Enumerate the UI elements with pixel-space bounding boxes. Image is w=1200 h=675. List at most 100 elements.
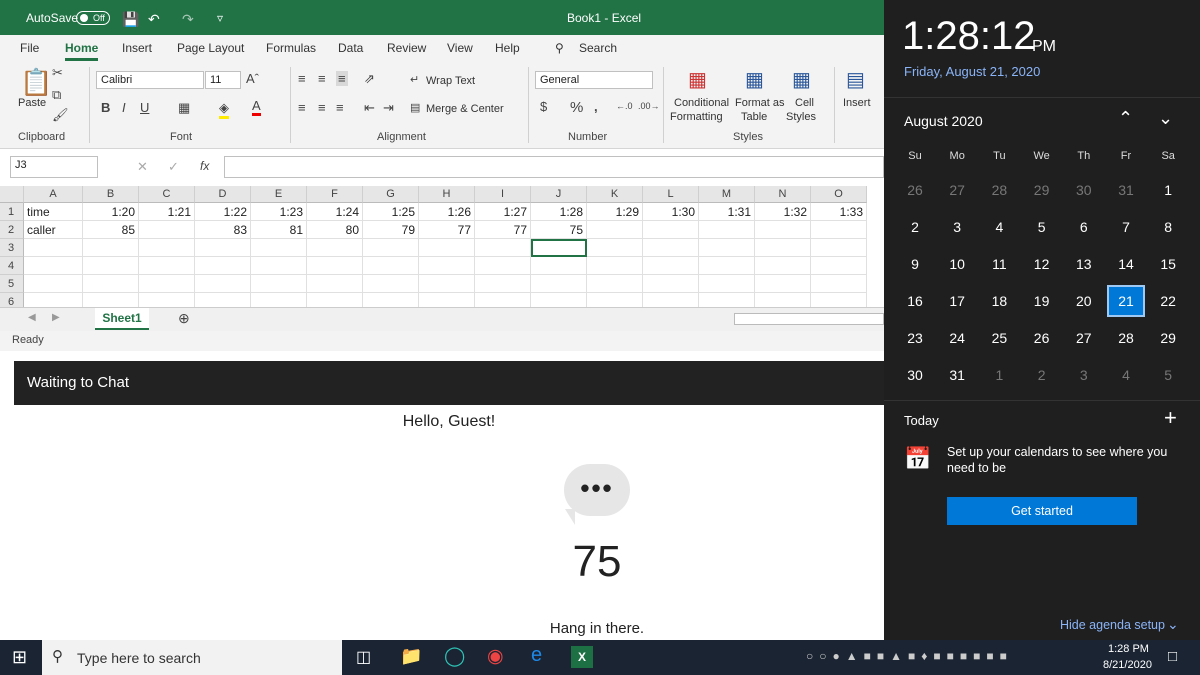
get-started-button[interactable]: Get started [947,497,1137,525]
calendar-day[interactable]: 31 [936,365,978,385]
calendar-day[interactable]: 26 [894,180,936,200]
cell[interactable]: 1:25 [363,203,419,221]
cell[interactable] [195,275,251,293]
cell[interactable]: 1:32 [755,203,811,221]
cell[interactable] [363,239,419,257]
calendar-day[interactable]: 18 [978,291,1020,311]
cell[interactable] [195,239,251,257]
cell[interactable] [587,275,643,293]
cell[interactable] [139,257,195,275]
prev-month-icon[interactable]: ⌃ [1118,108,1133,129]
cell[interactable] [419,257,475,275]
row-header[interactable]: 1 [0,203,24,221]
insert-label[interactable]: Insert [843,97,871,109]
copy-icon[interactable]: ⧉ [52,87,61,103]
sheet-tab[interactable]: Sheet1 [95,308,149,330]
hide-agenda-link[interactable]: Hide agenda setup [1060,618,1165,632]
cell[interactable] [363,275,419,293]
align-center-icon[interactable]: ≡ [318,100,326,115]
column-header[interactable]: L [643,186,699,203]
cell[interactable] [755,239,811,257]
cell[interactable]: caller [24,221,83,239]
cell[interactable]: 1:22 [195,203,251,221]
file-explorer-icon[interactable]: 📁 [400,646,422,667]
column-header[interactable]: C [139,186,195,203]
cell[interactable]: 1:29 [587,203,643,221]
align-right-icon[interactable]: ≡ [336,100,344,115]
column-header[interactable]: I [475,186,531,203]
conditional-label[interactable]: Conditional [674,97,729,109]
number-format-select[interactable]: General [535,71,653,89]
percent-icon[interactable]: % [570,99,583,116]
column-header[interactable]: H [419,186,475,203]
cell[interactable]: 1:21 [139,203,195,221]
cell[interactable] [475,275,531,293]
horizontal-scrollbar[interactable] [734,313,884,325]
select-all-corner[interactable] [0,186,24,203]
calendar-day[interactable]: 4 [1105,365,1147,385]
cell[interactable] [24,239,83,257]
cell[interactable] [139,275,195,293]
align-top-icon[interactable]: ≡ [298,71,306,86]
cell[interactable]: 1:30 [643,203,699,221]
cell[interactable] [811,275,867,293]
merge-center-button[interactable]: Merge & Center [426,103,504,115]
customize-toolbar-icon[interactable]: ▿ [217,11,223,25]
calendar-day[interactable]: 5 [1021,217,1063,237]
cell[interactable]: 79 [363,221,419,239]
calendar-day[interactable]: 20 [1063,291,1105,311]
taskbar-search-box[interactable]: ⚲ Type here to search [42,640,342,675]
save-icon[interactable]: 💾 [122,11,139,28]
cell[interactable]: 1:31 [699,203,755,221]
column-header[interactable]: K [587,186,643,203]
undo-icon[interactable]: ↶ [148,11,160,28]
calendar-day[interactable]: 11 [978,254,1020,274]
decrease-indent-icon[interactable]: ⇤ [364,100,375,116]
insert-function-button[interactable]: fx [200,159,209,173]
cell[interactable] [475,257,531,275]
cell[interactable] [419,239,475,257]
calendar-day[interactable]: 1 [978,365,1020,385]
month-label[interactable]: August 2020 [904,113,983,129]
cell[interactable] [643,257,699,275]
cell[interactable]: 85 [83,221,139,239]
calendar-day[interactable]: 2 [894,217,936,237]
cell[interactable] [139,221,195,239]
align-middle-icon[interactable]: ≡ [318,71,326,86]
cell[interactable]: 1:26 [419,203,475,221]
calendar-day[interactable]: 19 [1021,291,1063,311]
column-header[interactable]: A [24,186,83,203]
cell[interactable] [531,257,587,275]
calendar-day[interactable]: 8 [1147,217,1189,237]
calendar-day[interactable]: 28 [978,180,1020,200]
calendar-day[interactable]: 5 [1147,365,1189,385]
comma-style-icon[interactable]: , [594,99,598,114]
calendar-day[interactable]: 27 [936,180,978,200]
cell[interactable] [475,239,531,257]
table-label[interactable]: Table [741,111,767,123]
system-tray-icons[interactable]: ○○●▲■■▲■♦■■■■■■ [806,649,1013,663]
taskbar-time[interactable]: 1:28 PM [1108,643,1149,655]
column-header[interactable]: J [531,186,587,203]
cell[interactable] [811,221,867,239]
cell[interactable] [811,239,867,257]
calendar-day[interactable]: 2 [1021,365,1063,385]
column-header[interactable]: B [83,186,139,203]
column-header[interactable]: G [363,186,419,203]
cell-label[interactable]: Cell [795,97,814,109]
cell[interactable] [643,221,699,239]
increase-indent-icon[interactable]: ⇥ [383,100,394,116]
tab-page-layout[interactable]: Page Layout [177,41,244,55]
calendar-day[interactable]: 26 [1021,328,1063,348]
underline-button[interactable]: U [140,100,149,115]
calendar-day[interactable]: 1 [1147,180,1189,200]
cell[interactable]: 75 [531,221,587,239]
autosave-toggle[interactable]: Off [76,11,110,25]
cell[interactable] [587,257,643,275]
calendar-day[interactable]: 27 [1063,328,1105,348]
column-header[interactable]: M [699,186,755,203]
ie-icon[interactable]: e [531,644,542,667]
cell[interactable] [755,257,811,275]
tab-insert[interactable]: Insert [122,41,152,55]
windows-start-icon[interactable]: ⊞ [12,647,27,668]
